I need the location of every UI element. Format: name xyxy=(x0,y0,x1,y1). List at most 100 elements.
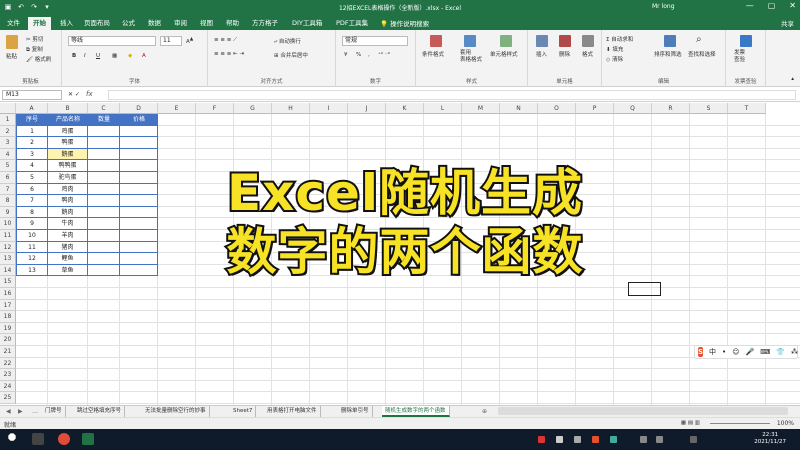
search-taskbar-icon[interactable] xyxy=(32,433,44,445)
find-select-icon[interactable]: ⌕ xyxy=(696,34,702,45)
table-cell[interactable]: 10 xyxy=(16,230,48,242)
tray-record-icon[interactable] xyxy=(538,436,545,443)
undo-icon[interactable]: ↶ xyxy=(17,3,25,11)
column-header-P[interactable]: P xyxy=(576,103,614,114)
table-cell[interactable] xyxy=(88,230,120,242)
chrome-icon[interactable] xyxy=(58,433,70,445)
table-cell[interactable] xyxy=(120,264,158,277)
share-button[interactable]: 共享 xyxy=(781,18,794,28)
row-header-2[interactable]: 2 xyxy=(0,125,16,138)
column-header-T[interactable]: T xyxy=(728,103,766,114)
fill-color-icon[interactable]: ◆ xyxy=(128,53,132,59)
row-header-23[interactable]: 23 xyxy=(0,369,16,381)
column-header-S[interactable]: S xyxy=(690,103,728,114)
sheet-tab-4[interactable]: 用表格打开电脑文件 xyxy=(264,406,321,417)
table-cell[interactable]: 9 xyxy=(16,218,48,230)
format-painter-button[interactable]: 🖌 格式刷 xyxy=(26,55,51,63)
column-header-D[interactable]: D xyxy=(120,103,158,114)
table-cell[interactable]: 6 xyxy=(16,183,48,196)
ime-mode-icon[interactable]: 中 xyxy=(709,347,716,357)
tray-network-icon[interactable] xyxy=(640,436,647,443)
table-cell[interactable]: 鸭蛋 xyxy=(48,137,88,149)
row-header-1[interactable]: 1 xyxy=(0,114,16,126)
table-cell[interactable] xyxy=(88,183,120,196)
format-table-button[interactable]: 套用 表格格式 xyxy=(460,50,482,64)
cell-styles-icon[interactable] xyxy=(500,35,512,47)
row-header-3[interactable]: 3 xyxy=(0,137,16,149)
row-header-15[interactable]: 15 xyxy=(0,276,16,288)
align-left-icon[interactable]: ≡ ≡ ≡ ⇤ ⇥ xyxy=(214,51,244,57)
row-header-7[interactable]: 7 xyxy=(0,183,16,196)
tab-formulas[interactable]: 公式 xyxy=(120,17,137,30)
percent-button[interactable]: % xyxy=(356,52,361,58)
ime-skin-icon[interactable]: 👕 xyxy=(776,348,785,356)
tray-app-icon[interactable] xyxy=(556,436,563,443)
row-header-20[interactable]: 20 xyxy=(0,334,16,346)
table-cell[interactable]: 驼鸟蛋 xyxy=(48,172,88,184)
row-header-9[interactable]: 9 xyxy=(0,206,16,219)
tray-app3-icon[interactable] xyxy=(610,436,617,443)
comma-button[interactable]: , xyxy=(368,52,370,58)
sheet-tab-5[interactable]: 删除单引号 xyxy=(338,406,373,417)
table-cell[interactable]: 草鱼 xyxy=(48,264,88,277)
sogou-logo-icon[interactable]: S xyxy=(698,347,704,357)
select-all-corner[interactable] xyxy=(0,103,16,114)
sheet-tab-1[interactable]: 跳过空格填充序号 xyxy=(74,406,126,417)
table-cell[interactable] xyxy=(120,195,158,207)
table-cell[interactable] xyxy=(88,264,120,277)
row-header-24[interactable]: 24 xyxy=(0,380,16,393)
table-cell[interactable] xyxy=(120,183,158,196)
paste-button[interactable]: 粘贴 xyxy=(6,52,17,60)
tab-home[interactable]: 开始 xyxy=(28,17,51,30)
table-cell[interactable]: 鹅肉 xyxy=(48,206,88,219)
table-cell[interactable] xyxy=(88,172,120,184)
fill-button[interactable]: ⬇ 填充 xyxy=(606,45,623,53)
row-header-18[interactable]: 18 xyxy=(0,311,16,323)
customize-icon[interactable]: ▾ xyxy=(43,3,51,11)
table-cell[interactable]: 羊肉 xyxy=(48,230,88,242)
column-header-F[interactable]: F xyxy=(196,103,234,114)
conditional-format-icon[interactable] xyxy=(430,35,442,47)
row-header-19[interactable]: 19 xyxy=(0,322,16,335)
sheet-tab-active[interactable]: 随机生成数字的两个函数 xyxy=(382,406,450,417)
formula-cancel-icon[interactable]: ✕ ✓ xyxy=(68,91,80,98)
column-header-O[interactable]: O xyxy=(538,103,576,114)
tab-file[interactable]: 文件 xyxy=(5,17,22,30)
autosum-button[interactable]: Σ 自动求和 xyxy=(606,35,633,43)
sheet-more-icon[interactable]: … xyxy=(32,408,38,415)
add-sheet-icon[interactable]: ⊕ xyxy=(482,408,487,415)
table-cell[interactable]: 鸭鸭蛋 xyxy=(48,160,88,172)
invoice-button[interactable]: 发票 查验 xyxy=(734,50,745,64)
column-header-M[interactable]: M xyxy=(462,103,500,114)
merge-center-button[interactable]: ⊞ 合并后居中 xyxy=(274,51,308,59)
table-header-cell[interactable]: 产品名称 xyxy=(48,114,88,126)
row-header-13[interactable]: 13 xyxy=(0,253,16,265)
formula-input[interactable] xyxy=(108,90,796,100)
sheet-tab-3[interactable]: Sheet7 xyxy=(230,406,257,417)
column-header-H[interactable]: H xyxy=(272,103,310,114)
ime-toolbar[interactable]: S 中 • ☺ 🎤 ⌨ 👕 ⁂ xyxy=(694,345,798,359)
italic-button[interactable]: I xyxy=(84,53,86,59)
tray-sogou-icon[interactable] xyxy=(592,436,599,443)
table-cell[interactable] xyxy=(120,160,158,172)
selected-cell[interactable] xyxy=(628,282,661,296)
table-cell[interactable] xyxy=(120,253,158,265)
column-header-Q[interactable]: Q xyxy=(614,103,652,114)
column-header-I[interactable]: I xyxy=(310,103,348,114)
sheet-tab-2[interactable]: 无法批量删除空行的妙事 xyxy=(142,406,210,417)
column-header-E[interactable]: E xyxy=(158,103,196,114)
table-cell[interactable] xyxy=(88,148,120,161)
tab-pdf[interactable]: PDF工具集 xyxy=(334,17,370,30)
invoice-icon[interactable] xyxy=(740,35,752,47)
table-cell[interactable] xyxy=(88,195,120,207)
table-cell[interactable]: 鸡蛋 xyxy=(48,125,88,138)
row-header-10[interactable]: 10 xyxy=(0,218,16,230)
table-cell[interactable]: 牛肉 xyxy=(48,218,88,230)
tab-diy[interactable]: DIY工具箱 xyxy=(290,17,324,30)
row-header-21[interactable]: 21 xyxy=(0,346,16,358)
tab-review[interactable]: 审阅 xyxy=(172,17,189,30)
delete-cells-icon[interactable] xyxy=(559,35,571,47)
insert-function-button[interactable]: fx xyxy=(86,90,93,98)
table-cell[interactable]: 鲤鱼 xyxy=(48,253,88,265)
font-name-select[interactable]: 等线 xyxy=(68,36,156,46)
